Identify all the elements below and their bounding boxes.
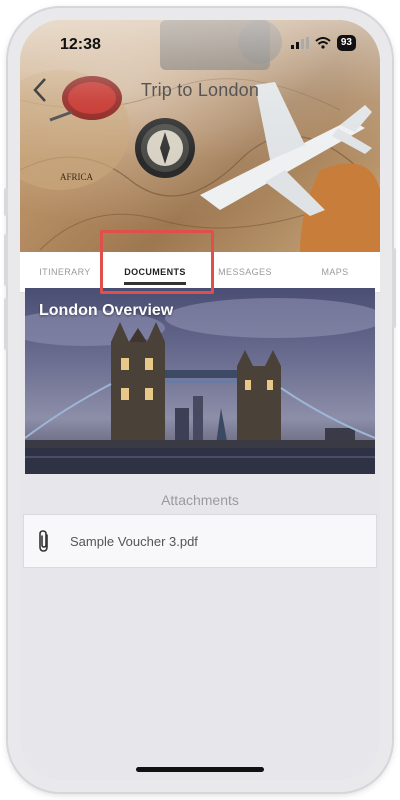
volume-up-button [4, 234, 8, 286]
highlight-box [100, 230, 214, 294]
power-button [392, 248, 396, 328]
home-indicator [136, 767, 264, 772]
wifi-icon [315, 37, 331, 49]
tab-maps[interactable]: MAPS [290, 252, 380, 292]
page-title: Trip to London [140, 80, 260, 100]
attachments-heading: Attachments [161, 492, 239, 508]
mute-switch [4, 188, 8, 216]
status-bar: 12:38 93 [20, 20, 380, 64]
battery-icon: 93 [336, 35, 356, 51]
phone-frame: AFRICA 12:38 93 [4, 8, 396, 792]
status-time: 12:38 [60, 36, 101, 53]
overview-card[interactable]: London Overview [25, 288, 375, 474]
screen: AFRICA 12:38 93 [20, 20, 380, 780]
attachment-item[interactable]: Sample Voucher 3.pdf [23, 514, 377, 568]
paperclip-icon [39, 530, 48, 552]
tab-label: ITINERARY [39, 267, 91, 277]
status-icons: 93 [290, 35, 356, 51]
attachment-icon-wrap [24, 529, 64, 553]
attachment-name: Sample Voucher 3.pdf [70, 533, 198, 549]
tab-label: MAPS [321, 267, 349, 277]
signal-icon [290, 37, 309, 49]
volume-down-button [4, 298, 8, 350]
tab-label: MESSAGES [218, 267, 272, 277]
tab-itinerary[interactable]: ITINERARY [20, 252, 110, 292]
hero-image: AFRICA 12:38 93 [20, 20, 380, 252]
overview-title: London Overview [39, 302, 174, 319]
